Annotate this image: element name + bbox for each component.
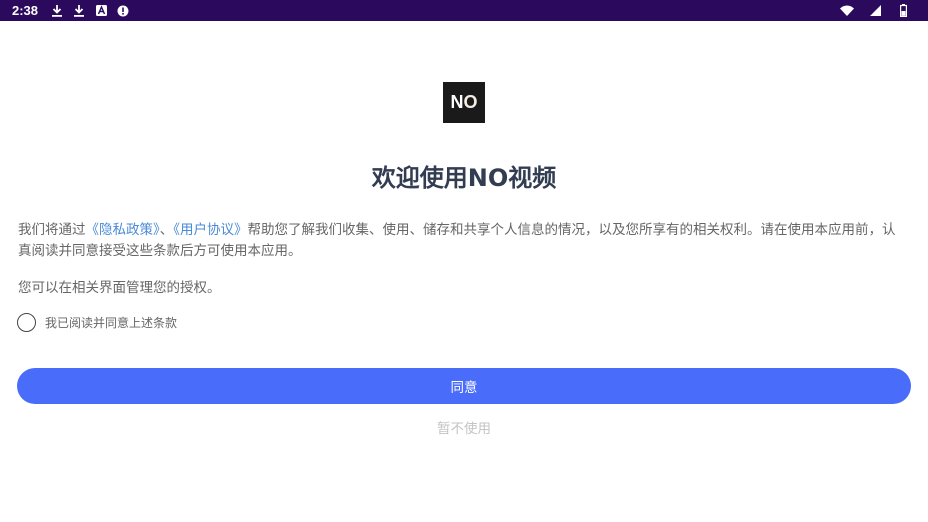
agree-terms-label[interactable]: 我已阅读并同意上述条款	[45, 314, 177, 331]
agree-button[interactable]: 同意	[17, 368, 911, 404]
status-bar: 2:38	[0, 0, 928, 21]
page-title: 欢迎使用NO视频	[371, 164, 557, 192]
agree-terms-row[interactable]: 我已阅读并同意上述条款	[17, 313, 177, 332]
logo-letter-n: N	[450, 92, 464, 112]
battery-icon	[896, 4, 910, 18]
logo-letter-o: O	[463, 92, 478, 112]
download-icon	[50, 4, 64, 18]
decline-button[interactable]: 暂不使用	[0, 417, 928, 437]
privacy-policy-link[interactable]: 《隐私政策》	[86, 222, 160, 238]
intro-paragraph: 我们将通过《隐私政策》、《用户协议》帮助您了解我们收集、使用、储存和共享个人信息…	[18, 220, 903, 262]
app-logo: NO	[443, 82, 485, 123]
intro-separator: 、	[159, 222, 174, 238]
manage-permissions-text: 您可以在相关界面管理您的授权。	[18, 280, 221, 296]
signal-icon	[868, 4, 882, 18]
alert-icon	[116, 4, 130, 18]
agree-terms-radio[interactable]	[17, 313, 36, 332]
download-icon	[72, 4, 86, 18]
intro-text-before: 我们将通过	[18, 222, 86, 238]
user-agreement-link[interactable]: 《用户协议》	[173, 222, 247, 238]
status-time: 2:38	[12, 3, 39, 18]
app-a-icon	[94, 4, 108, 18]
wifi-icon	[840, 4, 854, 18]
